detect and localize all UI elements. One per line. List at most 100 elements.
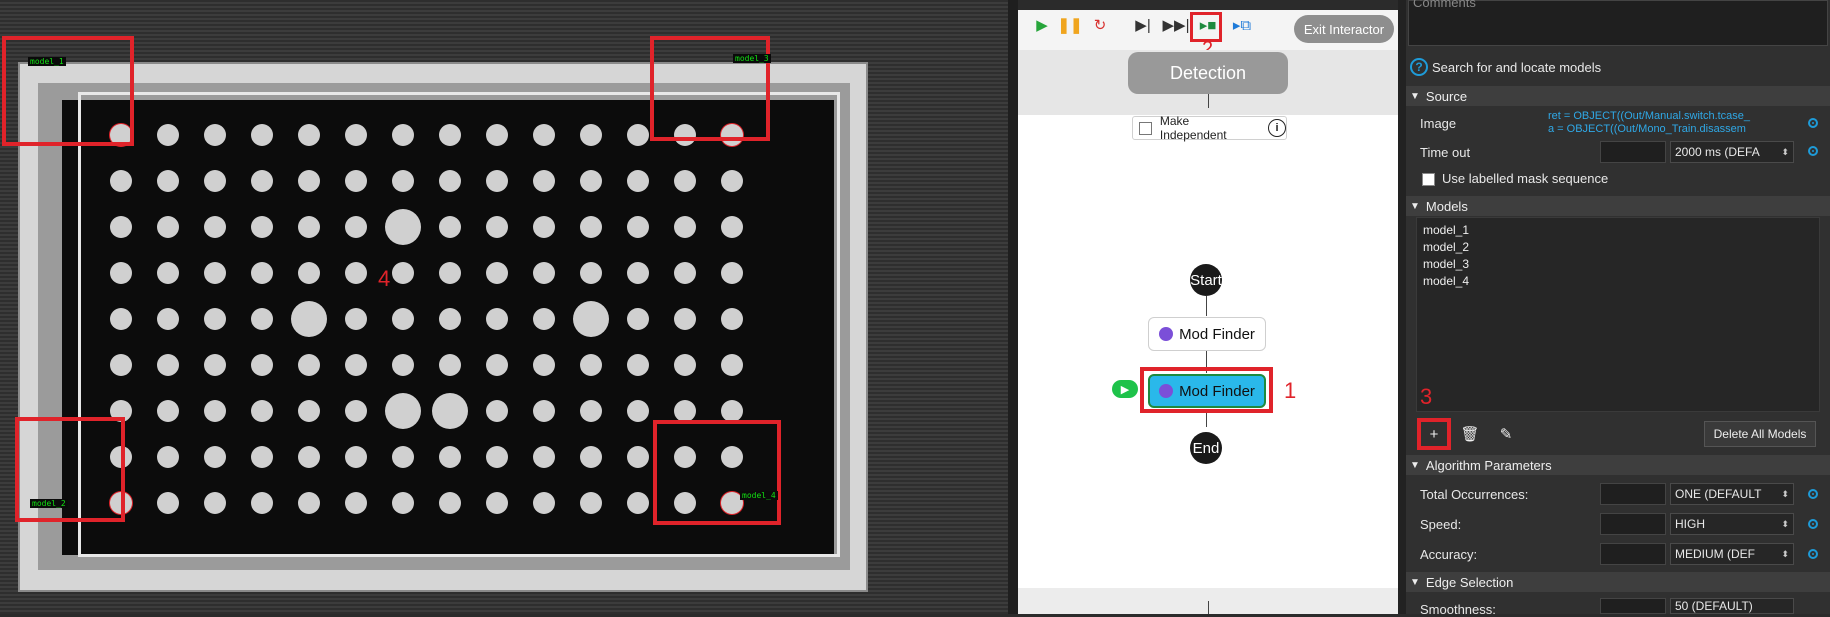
calibration-dot bbox=[392, 308, 414, 330]
collapse-icon: ▼ bbox=[1410, 576, 1420, 588]
calibration-dot bbox=[533, 354, 555, 376]
mod-finder-node[interactable]: Mod Finder bbox=[1148, 317, 1266, 351]
calibration-dot bbox=[439, 124, 461, 146]
end-label: End bbox=[1192, 439, 1220, 457]
binding-icon[interactable] bbox=[1808, 146, 1818, 156]
calibration-dot bbox=[432, 393, 468, 429]
pane-splitter[interactable] bbox=[1008, 0, 1018, 614]
delete-all-models-button[interactable]: Delete All Models bbox=[1704, 421, 1816, 447]
list-item[interactable]: model_2 bbox=[1423, 239, 1813, 256]
calibration-dot bbox=[627, 492, 649, 514]
calibration-dot bbox=[157, 354, 179, 376]
calibration-dot bbox=[439, 446, 461, 468]
help-icon[interactable]: ? bbox=[1410, 58, 1428, 76]
timeout-input[interactable] bbox=[1600, 141, 1666, 163]
models-header-label: Models bbox=[1425, 198, 1468, 214]
calibration-dot bbox=[157, 170, 179, 192]
restart-icon[interactable]: ↻ bbox=[1088, 13, 1112, 37]
calibration-dot bbox=[580, 216, 602, 238]
source-section-header[interactable]: ▼ Source bbox=[1406, 86, 1830, 106]
accuracy-select[interactable]: MEDIUM (DEF ⬍ bbox=[1670, 543, 1794, 565]
pause-icon[interactable]: ❚❚ bbox=[1057, 13, 1082, 37]
calibration-dot bbox=[298, 170, 320, 192]
calibration-dot bbox=[721, 354, 743, 376]
total-occurrences-input[interactable] bbox=[1600, 483, 1666, 505]
calibration-dot bbox=[533, 308, 555, 330]
detection-node[interactable]: Detection bbox=[1128, 52, 1288, 94]
accuracy-value: MEDIUM (DEF bbox=[1675, 547, 1755, 561]
speed-select[interactable]: HIGH ⬍ bbox=[1670, 513, 1794, 535]
models-list[interactable]: model_1 model_2 model_3 model_4 bbox=[1416, 217, 1820, 412]
info-icon[interactable]: i bbox=[1268, 119, 1286, 137]
calibration-dot bbox=[486, 492, 508, 514]
list-item[interactable]: model_4 bbox=[1423, 273, 1813, 290]
calibration-dot bbox=[251, 446, 273, 468]
marker-4: 4 bbox=[378, 266, 391, 291]
list-item[interactable]: model_1 bbox=[1423, 222, 1813, 239]
calibration-dot bbox=[674, 354, 696, 376]
calibration-dot bbox=[627, 216, 649, 238]
comments-field[interactable]: Comments bbox=[1408, 0, 1828, 46]
image-source-value[interactable]: ret = OBJECT((Out/Manual.switch.tcase_ a… bbox=[1548, 110, 1798, 136]
calibration-dot bbox=[392, 262, 414, 284]
calibration-dot bbox=[345, 492, 367, 514]
algorithm-section-header[interactable]: ▼ Algorithm Parameters bbox=[1406, 455, 1830, 475]
calibration-dot bbox=[721, 216, 743, 238]
fast-forward-icon[interactable]: ▶▶| bbox=[1163, 13, 1190, 37]
calibration-dot bbox=[439, 262, 461, 284]
collapse-icon: ▼ bbox=[1410, 459, 1420, 471]
calibration-dot bbox=[392, 354, 414, 376]
speed-input[interactable] bbox=[1600, 513, 1666, 535]
model-tag-4: model_4 bbox=[740, 491, 778, 500]
binding-icon[interactable] bbox=[1808, 549, 1818, 559]
start-node[interactable]: Start bbox=[1190, 264, 1222, 296]
calibration-dot bbox=[721, 170, 743, 192]
mod-finder-label: Mod Finder bbox=[1179, 325, 1255, 343]
step-icon[interactable]: ▶| bbox=[1131, 13, 1155, 37]
calibration-dot bbox=[573, 301, 609, 337]
end-node[interactable]: End bbox=[1190, 432, 1222, 464]
edit-icon[interactable]: ✎ bbox=[1494, 422, 1518, 446]
binding-icon[interactable] bbox=[1808, 489, 1818, 499]
calibration-dot bbox=[580, 400, 602, 422]
calibration-dot bbox=[627, 308, 649, 330]
algorithm-header-label: Algorithm Parameters bbox=[1425, 457, 1552, 473]
annotation-box-model-1 bbox=[2, 36, 134, 146]
calibration-dot bbox=[627, 262, 649, 284]
calibration-dot bbox=[486, 400, 508, 422]
models-section-header[interactable]: ▼ Models bbox=[1406, 196, 1830, 216]
use-labelled-label: Use labelled mask sequence bbox=[1442, 171, 1609, 186]
calibration-dot bbox=[627, 400, 649, 422]
calibration-dot bbox=[580, 446, 602, 468]
calibration-dot bbox=[345, 262, 367, 284]
source-header-label: Source bbox=[1425, 88, 1468, 104]
total-occurrences-select[interactable]: ONE (DEFAULT ⬍ bbox=[1670, 483, 1794, 505]
checkbox-box[interactable] bbox=[1139, 121, 1152, 135]
list-item[interactable]: model_3 bbox=[1423, 256, 1813, 273]
calibration-dot bbox=[345, 446, 367, 468]
edge-section-header[interactable]: ▼ Edge Selection bbox=[1406, 572, 1830, 592]
accuracy-input[interactable] bbox=[1600, 543, 1666, 565]
image-value-line: a = OBJECT((Out/Mono_Train.disassem bbox=[1548, 123, 1746, 135]
smoothness-input[interactable] bbox=[1600, 598, 1666, 614]
make-independent-checkbox[interactable]: Make Independent i bbox=[1132, 114, 1287, 142]
play-icon[interactable]: ▶ bbox=[1030, 13, 1054, 37]
smoothness-select[interactable]: 50 (DEFAULT) bbox=[1670, 598, 1794, 614]
export-icon[interactable]: ▸⧉ bbox=[1230, 13, 1254, 37]
calibration-dot bbox=[298, 492, 320, 514]
binding-icon[interactable] bbox=[1808, 118, 1818, 128]
exit-interactor-button[interactable]: Exit Interactor bbox=[1294, 15, 1394, 43]
calibration-dot bbox=[110, 170, 132, 192]
trash-icon[interactable]: 🗑 bbox=[1458, 422, 1482, 446]
use-labelled-checkbox[interactable] bbox=[1422, 173, 1435, 186]
calibration-dot bbox=[204, 400, 226, 422]
binding-icon[interactable] bbox=[1808, 519, 1818, 529]
pane-splitter[interactable] bbox=[1398, 0, 1406, 614]
annotation-box-model-4 bbox=[653, 420, 781, 525]
run-node-icon[interactable]: ▶ bbox=[1112, 380, 1138, 398]
calibration-dot bbox=[580, 492, 602, 514]
calibration-dot bbox=[345, 308, 367, 330]
calibration-dot bbox=[385, 209, 421, 245]
timeout-select[interactable]: 2000 ms (DEFA ⬍ bbox=[1670, 141, 1794, 163]
camera-image-view[interactable]: model_1 model_2 model_3 model_4 4 bbox=[0, 0, 1008, 614]
